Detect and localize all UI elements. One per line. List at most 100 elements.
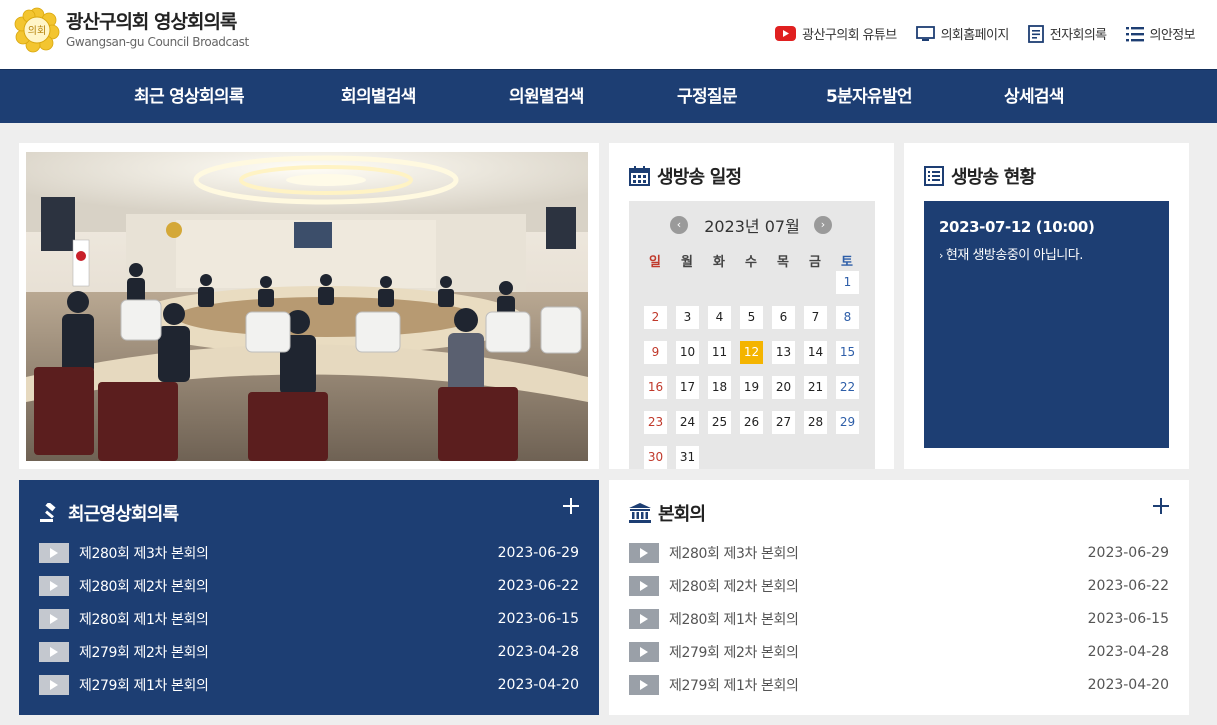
recent-minutes-row[interactable]: 제279회 제1차 본회의 2023-04-20	[39, 675, 579, 695]
plenary-row[interactable]: 제280회 제1차 본회의 2023-06-15	[629, 609, 1169, 629]
calendar-day[interactable]: 30	[644, 446, 667, 469]
calendar-day[interactable]: 29	[836, 411, 859, 434]
building-icon	[629, 503, 651, 523]
calendar-day[interactable]: 14	[804, 341, 827, 364]
meeting-date: 2023-06-15	[1087, 611, 1169, 627]
calendar-day[interactable]: 16	[644, 376, 667, 399]
calendar-day[interactable]: 11	[708, 341, 731, 364]
calendar-day[interactable]: 22	[836, 376, 859, 399]
gavel-icon	[40, 503, 56, 522]
meeting-date: 2023-06-22	[1087, 578, 1169, 594]
council-seal-icon: 의회	[14, 7, 60, 53]
nav-questions[interactable]: 구정질문	[677, 70, 737, 124]
calendar-day[interactable]: 3	[676, 306, 699, 329]
bill-info-link[interactable]: 의안정보	[1125, 24, 1196, 43]
plenary-row[interactable]: 제279회 제2차 본회의 2023-04-28	[629, 642, 1169, 662]
calendar-day[interactable]: 17	[676, 376, 699, 399]
weekday-header: 월	[681, 255, 693, 270]
play-icon[interactable]	[629, 675, 659, 695]
play-icon[interactable]	[629, 543, 659, 563]
live-status-box: 2023-07-12 (10:00) › 현재 생방송중이 아닙니다.	[924, 201, 1169, 448]
youtube-icon	[775, 26, 797, 41]
weekday-header: 목	[777, 255, 789, 270]
calendar-day[interactable]: 18	[708, 376, 731, 399]
meeting-name: 제279회 제1차 본회의	[669, 678, 799, 694]
youtube-link[interactable]: 광산구의회 유튜브	[775, 24, 897, 43]
calendar-day[interactable]: 26	[740, 411, 763, 434]
plenary-title: 본회의	[629, 500, 706, 526]
plenary-row[interactable]: 제279회 제1차 본회의 2023-04-20	[629, 675, 1169, 695]
nav-by-member[interactable]: 의원별검색	[509, 70, 584, 124]
calendar-day[interactable]: 25	[708, 411, 731, 434]
live-status-panel: 생방송 현황 2023-07-12 (10:00) › 현재 생방송중이 아닙니다…	[904, 143, 1189, 469]
recent-minutes-row[interactable]: 제280회 제1차 본회의 2023-06-15	[39, 609, 579, 629]
calendar-day[interactable]: 21	[804, 376, 827, 399]
calendar-day[interactable]: 7	[804, 306, 827, 329]
plenary-title-text: 본회의	[658, 504, 706, 525]
nav-by-meeting[interactable]: 회의별검색	[341, 70, 416, 124]
calendar-day[interactable]: 24	[676, 411, 699, 434]
recent-title: 최근영상회의록	[39, 500, 179, 526]
meeting-date: 2023-04-20	[1087, 677, 1169, 693]
calendar-day[interactable]: 9	[644, 341, 667, 364]
recent-minutes-row[interactable]: 제280회 제3차 본회의 2023-06-29	[39, 543, 579, 563]
calendar-day[interactable]: 6	[772, 306, 795, 329]
recent-more-plus-icon[interactable]	[563, 498, 579, 514]
recent-minutes-row[interactable]: 제280회 제2차 본회의 2023-06-22	[39, 576, 579, 596]
calendar-day[interactable]: 23	[644, 411, 667, 434]
play-icon[interactable]	[629, 609, 659, 629]
weekday-header: 수	[745, 255, 757, 270]
calendar-day[interactable]: 15	[836, 341, 859, 364]
homepage-link-label: 의회홈페이지	[940, 28, 1010, 43]
calendar-day[interactable]: 19	[740, 376, 763, 399]
recent-title-text: 최근영상회의록	[68, 504, 179, 525]
live-status-message: 현재 생방송중이 아닙니다.	[945, 248, 1083, 263]
nav-five-minute-speech[interactable]: 5분자유발언	[826, 70, 913, 124]
live-title-text: 생방송 현황	[951, 167, 1036, 188]
play-icon[interactable]	[39, 576, 69, 596]
main-photo-panel	[19, 143, 599, 469]
calendar-day[interactable]: 4	[708, 306, 731, 329]
main-nav: 최근 영상회의록 회의별검색 의원별검색 구정질문 5분자유발언 상세검색	[0, 69, 1217, 123]
list-icon	[1125, 26, 1144, 41]
calendar-day[interactable]: 10	[676, 341, 699, 364]
calendar-day[interactable]: 1	[836, 271, 859, 294]
meeting-name: 제280회 제3차 본회의	[669, 546, 799, 562]
site-logo[interactable]: 의회 광산구의회 영상회의록 Gwangsan-gu Council Broad…	[14, 7, 249, 53]
homepage-link[interactable]: 의회홈페이지	[915, 24, 1010, 43]
plenary-row[interactable]: 제280회 제3차 본회의 2023-06-29	[629, 543, 1169, 563]
calendar-day[interactable]: 20	[772, 376, 795, 399]
meeting-name: 제280회 제1차 본회의	[669, 612, 799, 628]
meeting-name: 제280회 제3차 본회의	[79, 546, 209, 562]
play-icon[interactable]	[39, 543, 69, 563]
plenary-row[interactable]: 제280회 제2차 본회의 2023-06-22	[629, 576, 1169, 596]
play-icon[interactable]	[39, 642, 69, 662]
plenary-more-plus-icon[interactable]	[1153, 498, 1169, 514]
meeting-date: 2023-06-29	[497, 545, 579, 561]
utility-links: 광산구의회 유튜브 의회홈페이지 전자회의록 의안정보	[756, 24, 1196, 43]
calendar-day-today[interactable]: 12	[740, 341, 763, 364]
chevron-right-icon: ›	[820, 218, 826, 231]
nav-advanced-search[interactable]: 상세검색	[1004, 70, 1064, 124]
meeting-name: 제279회 제2차 본회의	[79, 645, 209, 661]
e-minutes-link[interactable]: 전자회의록	[1027, 24, 1107, 43]
calendar-day[interactable]: 2	[644, 306, 667, 329]
nav-recent-minutes[interactable]: 최근 영상회의록	[134, 70, 245, 124]
calendar-day[interactable]: 28	[804, 411, 827, 434]
calendar-day[interactable]: 31	[676, 446, 699, 469]
weekday-header: 일	[649, 255, 661, 270]
play-icon[interactable]	[39, 609, 69, 629]
document-icon	[1027, 24, 1044, 43]
list-box-icon	[924, 166, 944, 186]
play-icon[interactable]	[39, 675, 69, 695]
live-status-text: › 현재 생방송중이 아닙니다.	[939, 244, 1083, 263]
next-month-button[interactable]: ›	[814, 216, 832, 234]
calendar-day[interactable]: 5	[740, 306, 763, 329]
calendar-day[interactable]: 27	[772, 411, 795, 434]
play-icon[interactable]	[629, 576, 659, 596]
calendar: ‹ 2023년 07월 › 일 월 화 수 목 금 토 1 2 3 4 5 6 7 8 9 10 11 12 13 14…	[629, 201, 875, 469]
calendar-day[interactable]: 13	[772, 341, 795, 364]
recent-minutes-row[interactable]: 제279회 제2차 본회의 2023-04-28	[39, 642, 579, 662]
play-icon[interactable]	[629, 642, 659, 662]
calendar-day[interactable]: 8	[836, 306, 859, 329]
